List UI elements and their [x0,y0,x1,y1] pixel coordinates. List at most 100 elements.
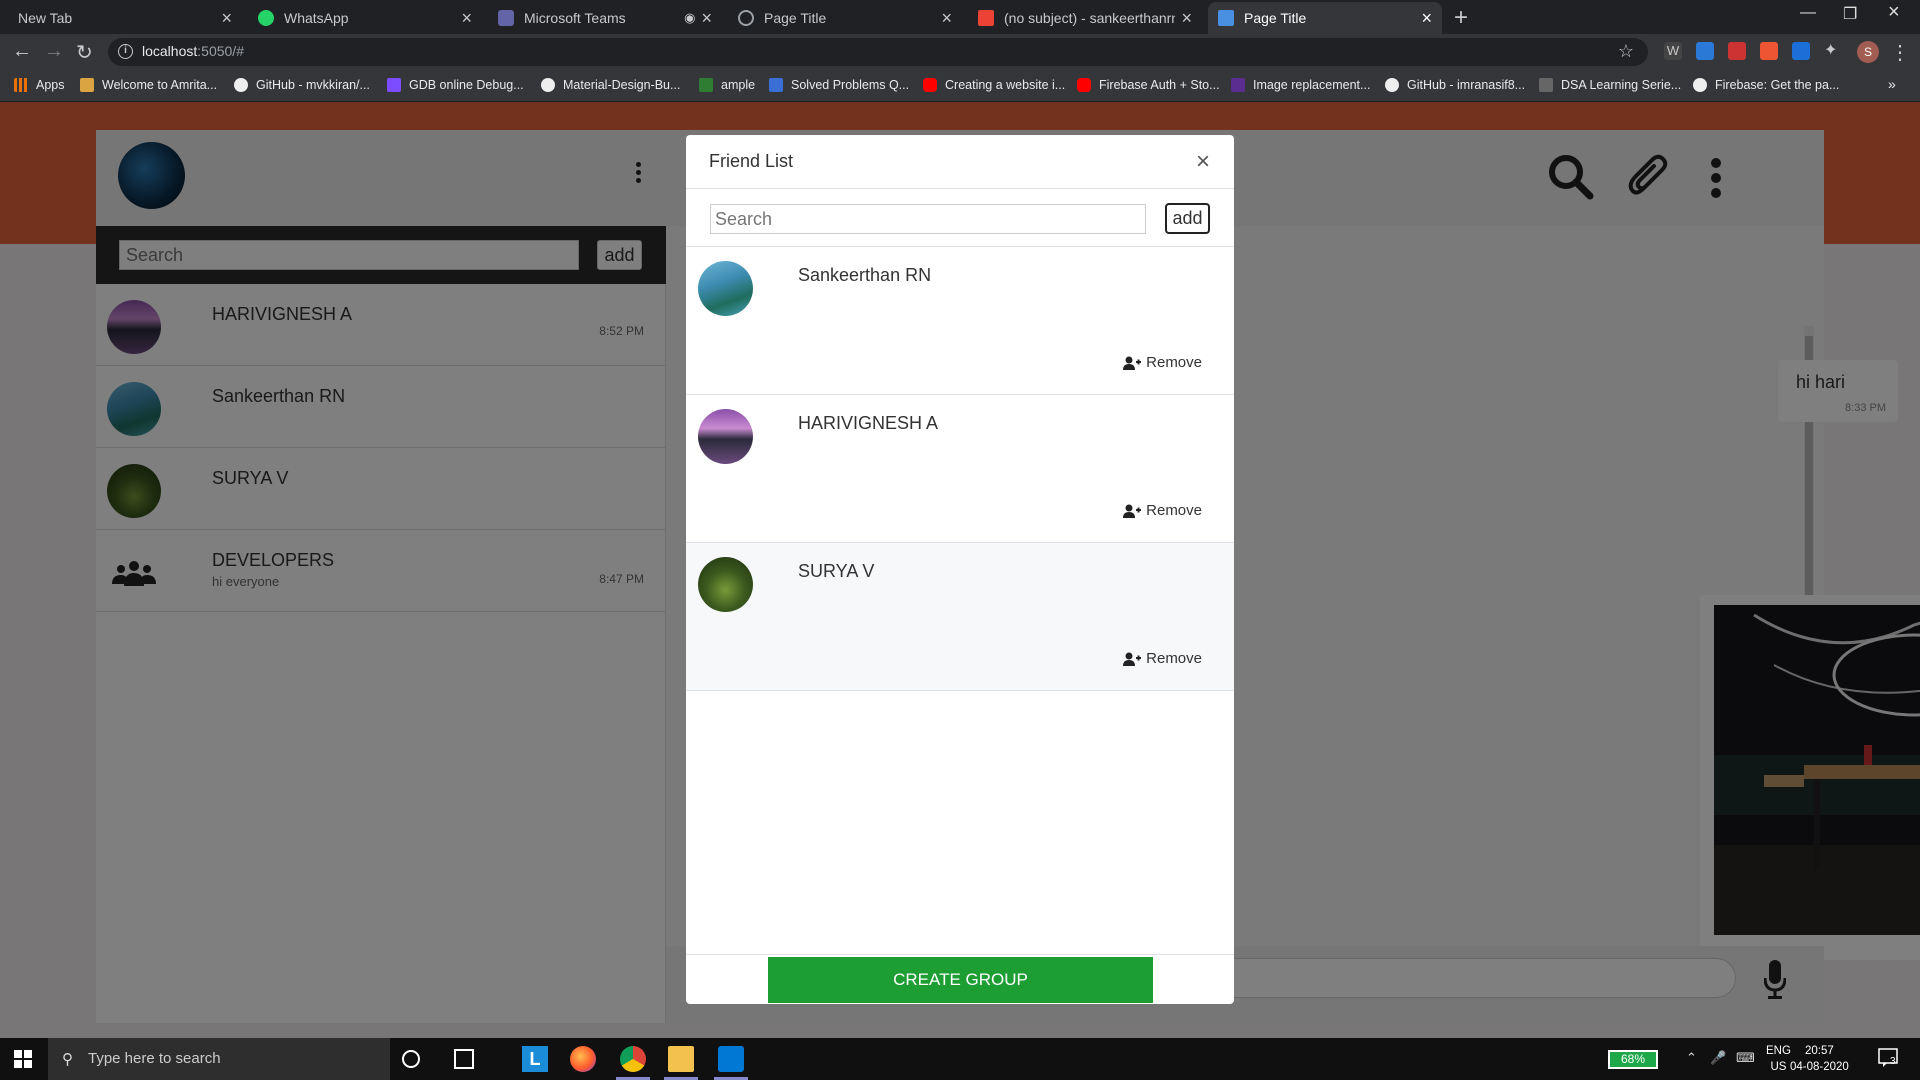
microphone-icon[interactable]: 🎤 [1710,1050,1726,1066]
friend-avatar [698,557,753,612]
tab-page-title-active[interactable]: Page Title × [1208,2,1442,34]
notification-count: 3 [1890,1056,1896,1067]
url-path: :5050/# [197,43,244,59]
tab-title: New Tab [18,10,73,26]
bookmark-item[interactable]: ample [699,78,755,92]
chevron-up-icon[interactable]: ⌃ [1686,1050,1697,1066]
extension-red-icon[interactable] [1760,42,1778,60]
new-tab-button[interactable]: + [1454,4,1468,32]
extension-w-icon[interactable]: W [1664,42,1682,60]
close-window-icon[interactable]: × [1888,1,1900,24]
bookmark-item[interactable]: Welcome to Amrita... [80,78,217,92]
close-tab-icon[interactable]: × [1181,8,1192,29]
modal-title: Friend List [709,151,794,171]
system-clock[interactable]: 20:57 04-08-2020 [1790,1043,1849,1075]
friend-search-input[interactable] [710,204,1146,234]
url-host: localhost [142,43,198,59]
address-bar: ← → ↻ i localhost:5050/# ☆ W ✦ S ⋮ [0,34,1920,70]
close-tab-icon[interactable]: × [701,8,712,29]
firefox-icon[interactable] [570,1046,596,1072]
file-explorer-icon[interactable] [668,1046,694,1072]
bookmark-item[interactable]: GDB online Debug... [387,78,524,92]
taskbar-search[interactable]: ⚲ Type here to search [48,1038,390,1080]
close-tab-icon[interactable]: × [461,8,472,29]
github-icon [234,78,248,92]
github-icon [1385,78,1399,92]
create-group-button[interactable]: CREATE GROUP [768,957,1153,1003]
bookmarks-overflow-icon[interactable]: » [1888,76,1896,92]
minimize-icon[interactable]: — [1800,4,1816,22]
remove-friend-button[interactable]: Remove [1123,650,1202,667]
friend-item: SURYA V Remove [686,543,1234,691]
user-plus-icon [1123,504,1142,518]
close-tab-icon[interactable]: × [1421,8,1432,29]
tab-microsoft-teams[interactable]: Microsoft Teams ◉ × [488,2,722,34]
globe-icon [738,10,754,26]
chrome-icon[interactable] [620,1046,646,1072]
tab-title: Microsoft Teams [524,10,626,26]
keyboard-icon[interactable]: ⌨ [1736,1050,1755,1066]
apps-grid-icon [14,78,28,92]
language-code: ENG [1766,1045,1791,1057]
add-friend-button[interactable]: add [1165,203,1210,234]
puzzle-icon[interactable]: ✦ [1824,42,1842,60]
bookmark-label: Welcome to Amrita... [102,78,218,92]
bookmark-item[interactable]: GitHub - imranasif8... [1385,78,1525,92]
reload-icon[interactable]: ↻ [76,40,93,65]
bookmark-favicon [699,78,713,92]
bookmark-item[interactable]: Image replacement... [1231,78,1370,92]
url-field[interactable]: i localhost:5050/# ☆ [108,38,1648,66]
bookmark-favicon [1539,78,1553,92]
remove-friend-button[interactable]: Remove [1123,354,1202,371]
bookmark-favicon [80,78,94,92]
tab-page-title[interactable]: Page Title × [728,2,962,34]
browser-tab-strip: New Tab × WhatsApp × Microsoft Teams ◉ ×… [0,0,1920,34]
remove-label: Remove [1146,354,1202,371]
forward-icon[interactable]: → [44,40,64,63]
tab-gmail[interactable]: (no subject) - sankeerthanrn@gm × [968,2,1202,34]
bookmark-apps[interactable]: Apps [14,78,65,92]
tab-whatsapp[interactable]: WhatsApp × [248,2,482,34]
close-icon[interactable]: × [1196,148,1210,176]
extension-blue-icon[interactable] [1696,42,1714,60]
bookmark-item[interactable]: GitHub - mvkkiran/... [234,78,370,92]
remove-friend-button[interactable]: Remove [1123,502,1202,519]
cortana-icon[interactable] [402,1050,420,1068]
bookmark-star-icon[interactable]: ☆ [1618,41,1634,62]
friend-avatar [698,409,753,464]
pdf-extension-icon[interactable] [1728,42,1746,60]
extension-pen-icon[interactable] [1792,42,1810,60]
profile-avatar[interactable]: S [1857,41,1879,63]
bookmark-label: GDB online Debug... [409,78,524,92]
close-tab-icon[interactable]: × [941,8,952,29]
bookmark-item[interactable]: Material-Design-Bu... [541,78,680,92]
bookmark-item[interactable]: Firebase Auth + Sto... [1077,78,1220,92]
task-view-icon[interactable] [454,1049,474,1069]
notification-icon[interactable]: 3 [1878,1048,1900,1068]
bookmark-label: Apps [36,78,65,92]
battery-indicator[interactable]: 68% [1608,1050,1658,1069]
friend-list-modal: Friend List × add Sankeerthan RN Remove … [686,135,1234,1004]
bookmark-item[interactable]: Firebase: Get the pa... [1693,78,1839,92]
bookmark-item[interactable]: Solved Problems Q... [769,78,909,92]
info-icon[interactable]: i [118,44,133,59]
tab-title: Page Title [764,10,827,26]
tab-new-tab[interactable]: New Tab × [8,2,242,34]
bolt-icon [387,78,401,92]
back-icon[interactable]: ← [12,40,32,63]
app-l-icon[interactable]: L [522,1046,548,1072]
bookmark-item[interactable]: DSA Learning Serie... [1539,78,1681,92]
bookmark-item[interactable]: Creating a website i... [923,78,1065,92]
vscode-icon[interactable] [718,1046,744,1072]
whatsapp-icon [258,10,274,26]
language-indicator[interactable]: ENG US [1766,1043,1791,1075]
github-icon [1693,78,1707,92]
chrome-menu-icon[interactable]: ⋮ [1890,40,1910,65]
youtube-icon [923,78,937,92]
windows-start-icon[interactable] [14,1050,32,1068]
close-tab-icon[interactable]: × [221,8,232,29]
bookmark-label: Material-Design-Bu... [563,78,681,92]
action-center-icon [1878,1048,1898,1067]
tab-title: Page Title [1244,10,1307,26]
restore-icon[interactable]: ❐ [1843,4,1857,24]
